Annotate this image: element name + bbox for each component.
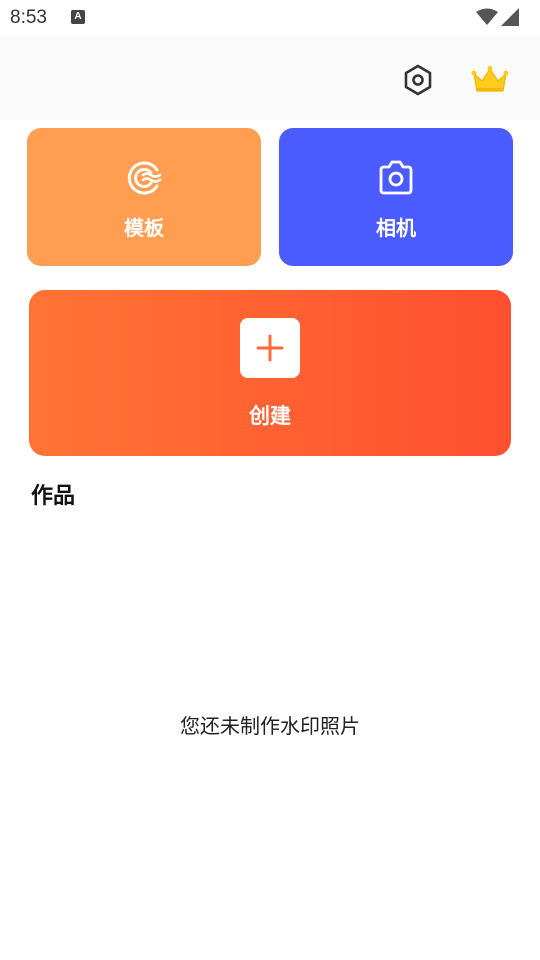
create-plus-box <box>240 318 300 378</box>
vip-crown-button[interactable] <box>468 60 512 100</box>
camera-card[interactable]: 相机 <box>279 128 513 266</box>
camera-icon <box>379 160 413 195</box>
plus-icon <box>256 334 284 362</box>
wifi-icon <box>476 8 498 25</box>
create-card[interactable]: 创建 <box>29 290 511 456</box>
template-swirl-icon <box>127 161 162 195</box>
top-header <box>0 36 540 120</box>
settings-hexagon-icon <box>404 64 432 96</box>
template-card[interactable]: 模板 <box>27 128 261 266</box>
empty-works-message: 您还未制作水印照片 <box>180 714 360 738</box>
template-label: 模板 <box>124 216 164 240</box>
works-section-title: 作品 <box>31 484 76 509</box>
settings-button[interactable] <box>398 60 438 100</box>
status-bar: 8:53 A <box>0 0 540 36</box>
notification-a-icon: A <box>71 10 85 24</box>
crown-icon <box>471 66 509 92</box>
signal-icon <box>501 8 519 26</box>
camera-label: 相机 <box>376 216 416 240</box>
create-label: 创建 <box>249 404 291 428</box>
status-time: 8:53 <box>10 7 47 28</box>
